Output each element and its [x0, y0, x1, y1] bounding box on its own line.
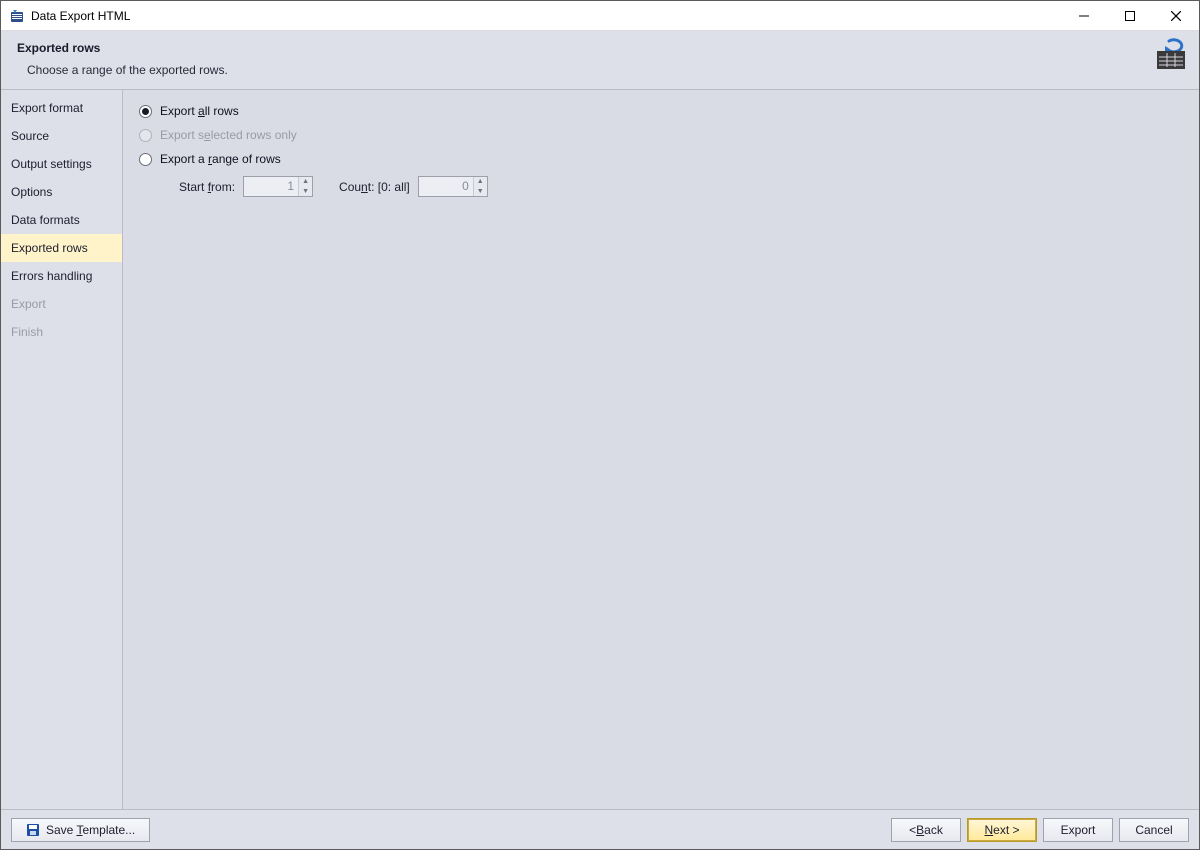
next-button[interactable]: Next >: [967, 818, 1037, 842]
spinner-up-icon[interactable]: ▲: [474, 177, 487, 187]
start-from-label: Start from:: [179, 180, 235, 194]
step-errors-handling[interactable]: Errors handling: [1, 262, 122, 290]
radio-export-selected-rows: Export selected rows only: [139, 128, 1183, 142]
start-from-spinner[interactable]: 1 ▲ ▼: [243, 176, 313, 197]
wizard-body: Export format Source Output settings Opt…: [1, 90, 1199, 809]
minimize-button[interactable]: [1061, 1, 1107, 31]
step-data-formats[interactable]: Data formats: [1, 206, 122, 234]
export-table-icon: [1147, 37, 1187, 76]
spinner-controls: ▲ ▼: [473, 177, 487, 196]
count-label: Count: [0: all]: [339, 180, 410, 194]
spinner-down-icon[interactable]: ▼: [299, 187, 312, 197]
export-button[interactable]: Export: [1043, 818, 1113, 842]
radio-icon: [139, 153, 152, 166]
start-from-value[interactable]: 1: [244, 177, 298, 196]
radio-label: Export all rows: [160, 104, 239, 118]
radio-export-all-rows[interactable]: Export all rows: [139, 104, 1183, 118]
save-template-button[interactable]: Save Template...: [11, 818, 150, 842]
window-controls: [1061, 1, 1199, 31]
window-title: Data Export HTML: [31, 9, 1061, 23]
back-button[interactable]: < Back: [891, 818, 961, 842]
spinner-up-icon[interactable]: ▲: [299, 177, 312, 187]
range-input-row: Start from: 1 ▲ ▼ Count: [0: all] 0 ▲ ▼: [179, 176, 1183, 197]
count-spinner[interactable]: 0 ▲ ▼: [418, 176, 488, 197]
save-template-label: Save Template...: [46, 823, 135, 837]
count-value[interactable]: 0: [419, 177, 473, 196]
spinner-controls: ▲ ▼: [298, 177, 312, 196]
step-output-settings[interactable]: Output settings: [1, 150, 122, 178]
radio-export-range[interactable]: Export a range of rows: [139, 152, 1183, 166]
maximize-button[interactable]: [1107, 1, 1153, 31]
radio-label: Export a range of rows: [160, 152, 281, 166]
spinner-down-icon[interactable]: ▼: [474, 187, 487, 197]
title-bar: Data Export HTML: [1, 1, 1199, 31]
wizard-step-description: Choose a range of the exported rows.: [17, 63, 1183, 77]
step-finish: Finish: [1, 318, 122, 346]
wizard-footer: Save Template... < Back Next > Export Ca…: [1, 809, 1199, 849]
app-icon: [9, 8, 25, 24]
cancel-button[interactable]: Cancel: [1119, 818, 1189, 842]
radio-icon: [139, 129, 152, 142]
step-export: Export: [1, 290, 122, 318]
wizard-content: Export all rows Export selected rows onl…: [123, 90, 1199, 809]
close-button[interactable]: [1153, 1, 1199, 31]
step-exported-rows[interactable]: Exported rows: [1, 234, 122, 262]
wizard-steps-sidebar: Export format Source Output settings Opt…: [1, 90, 123, 809]
step-source[interactable]: Source: [1, 122, 122, 150]
wizard-header: Exported rows Choose a range of the expo…: [1, 31, 1199, 90]
radio-label: Export selected rows only: [160, 128, 297, 142]
radio-icon: [139, 105, 152, 118]
step-export-format[interactable]: Export format: [1, 94, 122, 122]
wizard-step-title: Exported rows: [17, 41, 1183, 55]
save-icon: [26, 823, 40, 837]
step-options[interactable]: Options: [1, 178, 122, 206]
